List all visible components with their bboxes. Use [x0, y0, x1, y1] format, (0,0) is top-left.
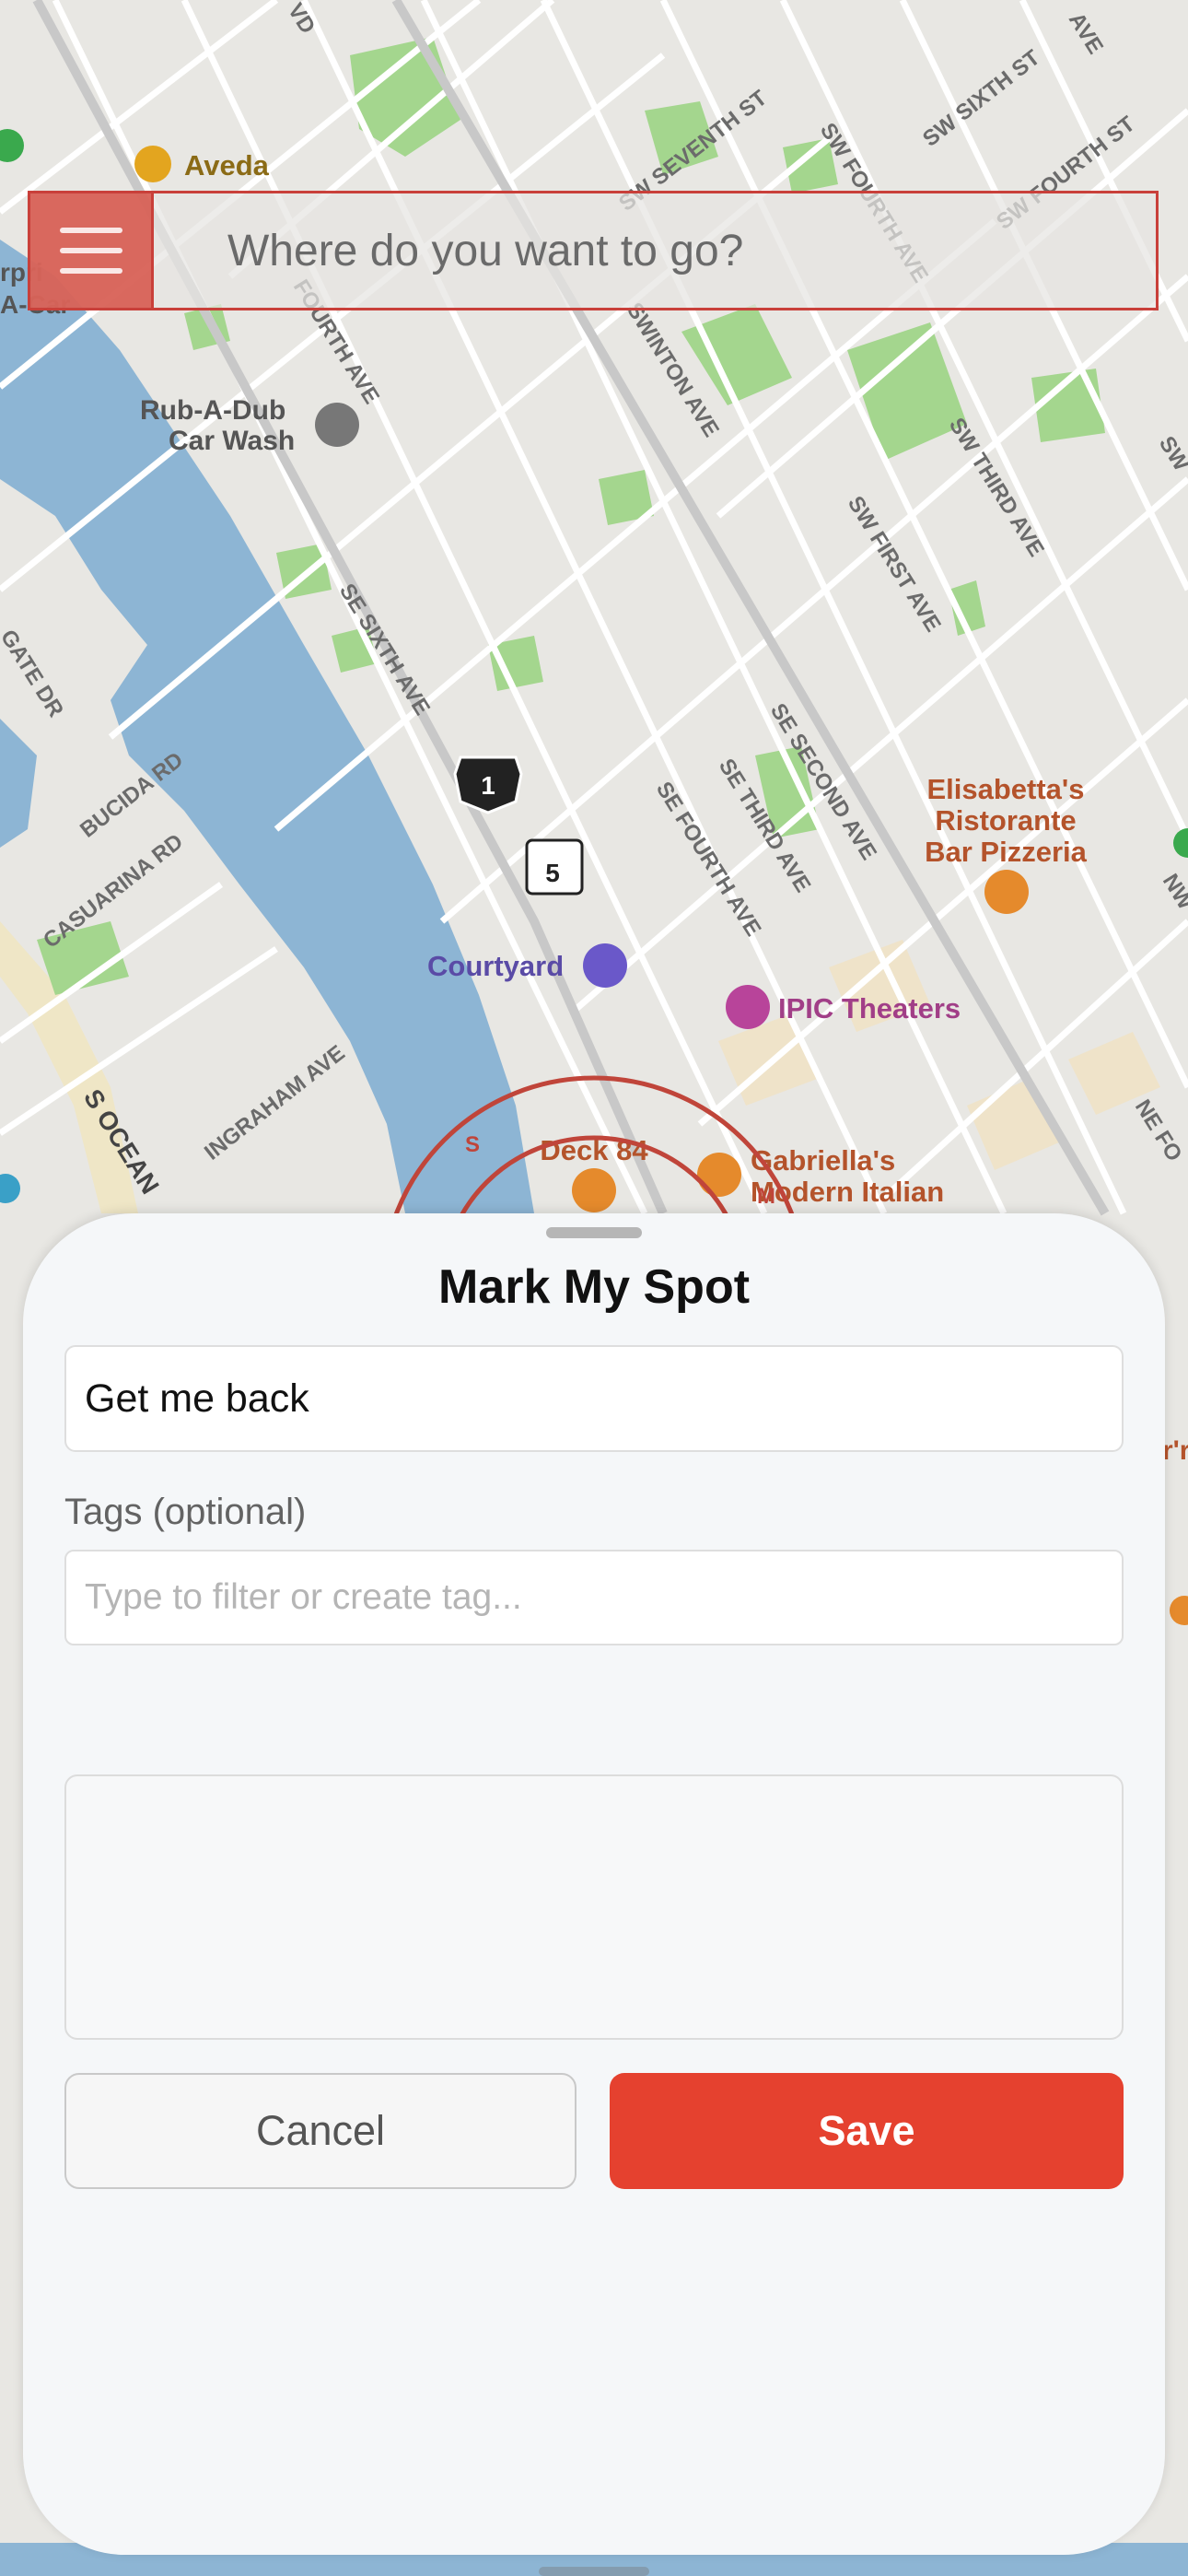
- svg-text:1: 1: [481, 771, 495, 800]
- svg-text:Ristorante: Ristorante: [935, 804, 1076, 837]
- search-input[interactable]: Where do you want to go?: [154, 193, 1156, 308]
- svg-text:Courtyard: Courtyard: [427, 950, 564, 982]
- poi-ipic-theaters[interactable]: IPIC Theaters: [726, 985, 961, 1029]
- spot-name-field[interactable]: Get me back: [64, 1345, 1124, 1452]
- search-bar[interactable]: Where do you want to go?: [28, 191, 1159, 310]
- tags-label: Tags (optional): [64, 1492, 307, 1532]
- sheet-title: Mark My Spot: [437, 1260, 751, 1314]
- sheet-grabber-handle[interactable]: [546, 1227, 642, 1238]
- svg-text:Aveda: Aveda: [184, 149, 270, 181]
- svg-text:5: 5: [545, 859, 560, 887]
- svg-text:Elisabetta's: Elisabetta's: [926, 773, 1084, 805]
- notes-textarea[interactable]: [64, 1774, 1124, 2040]
- compass-s-label: S: [465, 1132, 480, 1157]
- cancel-button[interactable]: Cancel: [64, 2073, 577, 2189]
- hamburger-icon: [59, 228, 122, 233]
- menu-button[interactable]: [30, 193, 154, 308]
- poi-courtyard[interactable]: Courtyard: [427, 943, 627, 988]
- fl-5-shield-icon: 5: [525, 838, 584, 896]
- svg-text:Car Wash: Car Wash: [169, 426, 295, 456]
- svg-text:Bar Pizzeria: Bar Pizzeria: [925, 836, 1088, 868]
- poi-aveda[interactable]: Aveda: [134, 146, 270, 182]
- compass-m-label: M: [757, 1184, 775, 1209]
- mark-my-spot-sheet: Mark My Spot Get me back Tags (optional)…: [23, 1213, 1165, 2555]
- save-button[interactable]: Save: [610, 2073, 1124, 2189]
- svg-text:IPIC Theaters: IPIC Theaters: [778, 992, 961, 1025]
- svg-text:Rub-A-Dub: Rub-A-Dub: [140, 395, 285, 426]
- edge-poi-partial-label: r'r: [1162, 1435, 1188, 1466]
- us-1-shield-icon: 1: [453, 755, 523, 814]
- tags-input[interactable]: Type to filter or create tag...: [64, 1550, 1124, 1645]
- home-indicator[interactable]: [539, 2567, 649, 2576]
